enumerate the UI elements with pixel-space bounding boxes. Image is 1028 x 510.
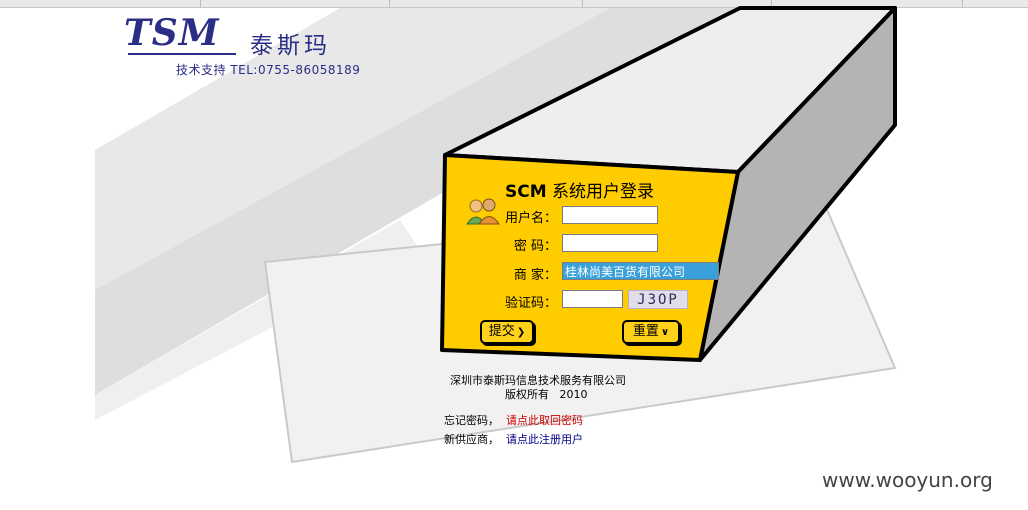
password-field[interactable] <box>562 234 658 252</box>
logo-company-name: 泰斯玛 <box>250 33 331 59</box>
chevron-down-icon: ∨ <box>660 327 670 338</box>
captcha-field[interactable] <box>562 290 623 308</box>
register-link[interactable]: 请点此注册用户 <box>506 433 583 446</box>
copyright-label: 版权所有 <box>505 388 549 401</box>
watermark: www.wooyun.org <box>822 468 993 492</box>
forgot-password-prefix: 忘记密码， <box>444 414 499 427</box>
chevron-right-icon: ❯ <box>516 327 526 338</box>
login-title-text: 系统用户登录 <box>546 182 655 202</box>
copyright-year: 2010 <box>559 388 588 401</box>
register-line: 新供应商， 请点此注册用户 <box>444 431 583 447</box>
login-title-system: SCM <box>505 182 547 202</box>
submit-button[interactable]: 提交 ❯ <box>480 320 534 344</box>
forgot-password-line: 忘记密码， 请点此取回密码 <box>444 412 583 428</box>
copyright: 版权所有 2010 <box>505 386 588 402</box>
captcha-image[interactable]: J3OP <box>628 290 688 309</box>
support-phone: 技术支持 TEL:0755-86058189 <box>176 63 361 77</box>
merchant-label: 商 家： <box>513 268 557 283</box>
username-label: 用户名： <box>504 211 557 226</box>
logo-tsm: TSM <box>124 12 220 54</box>
captcha-label: 验证码： <box>504 296 557 311</box>
submit-label: 提交 <box>488 324 515 339</box>
password-label: 密 码： <box>513 239 557 254</box>
reset-label: 重置 <box>632 324 659 339</box>
register-prefix: 新供应商， <box>444 433 499 446</box>
reset-button[interactable]: 重置 ∨ <box>622 320 680 344</box>
login-title: SCM 系统用户登录 <box>505 177 654 202</box>
forgot-password-link[interactable]: 请点此取回密码 <box>506 414 583 427</box>
merchant-field[interactable] <box>562 262 719 280</box>
username-field[interactable] <box>562 206 658 224</box>
